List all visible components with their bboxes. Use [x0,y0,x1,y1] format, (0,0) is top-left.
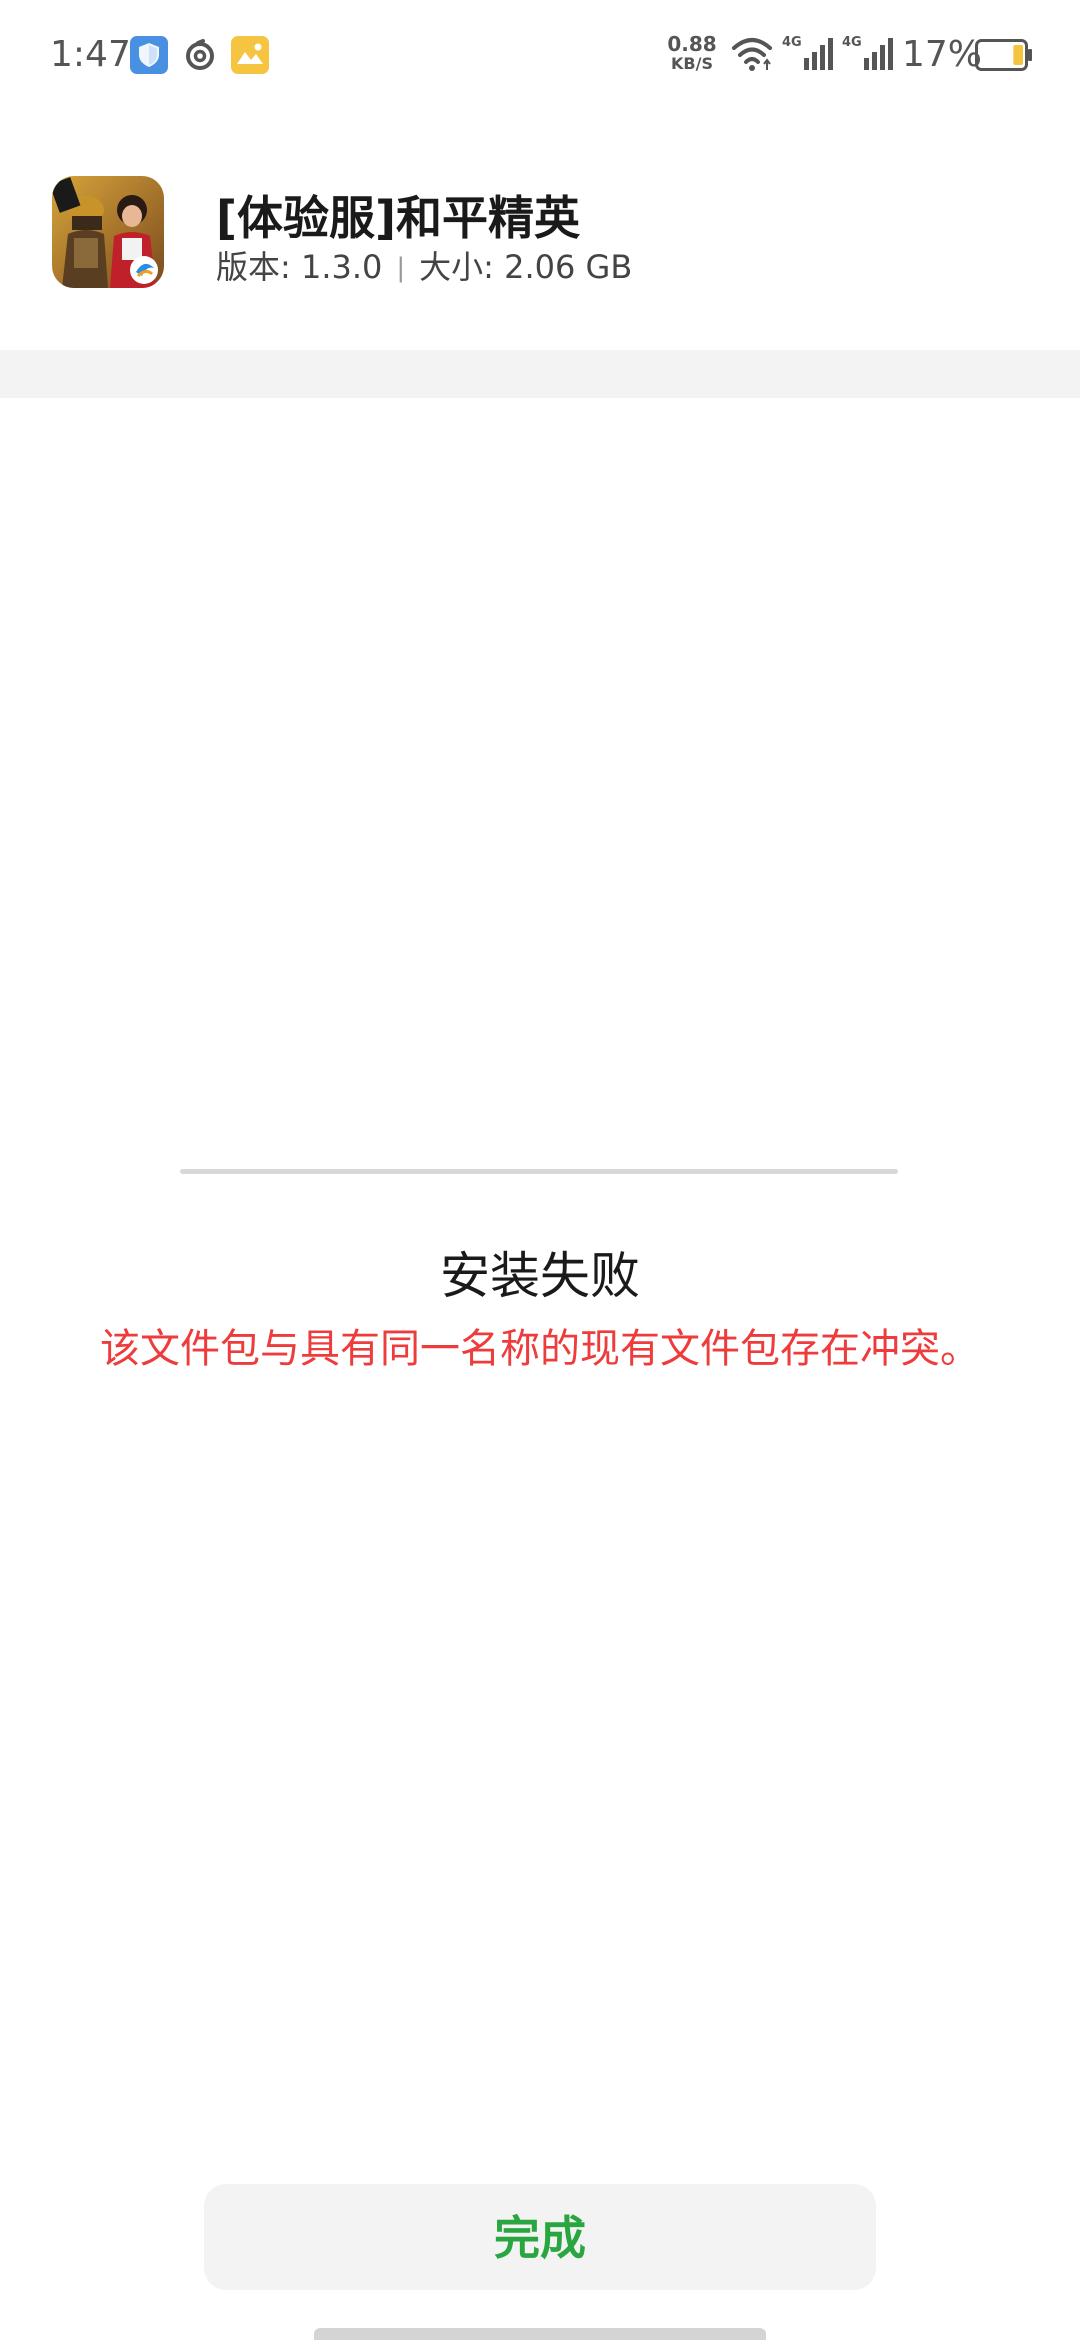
signal-icon: 4G [782,34,838,74]
app-name: [体验服]和平精英 [216,191,581,245]
signal-icon: 4G [842,34,898,74]
wifi-icon [730,34,774,74]
gallery-icon [231,36,269,74]
install-result-screen: 1:47 0.88 KB/S 4G 4G 17% [体验服]和平精英 版本: 1… [0,0,1080,2340]
battery-icon [975,39,1033,71]
home-indicator[interactable] [314,2328,766,2340]
section-divider [0,350,1080,398]
app-meta: 版本: 1.3.0 | 大小: 2.06 GB [216,242,632,288]
shield-icon [130,36,168,74]
network-speed-unit: KB/S [671,54,713,73]
meta-separator: | [396,253,406,283]
battery-percent: 17% [902,34,983,75]
app-size: 大小: 2.06 GB [419,248,633,286]
done-button[interactable]: 完成 [204,2184,876,2290]
app-version: 版本: 1.3.0 [216,248,383,286]
install-progress-bar [180,1169,898,1174]
status-time: 1:47 [50,34,131,75]
network-speed: 0.88 KB/S [664,34,720,72]
sim2-label: 4G [842,35,862,50]
game-app-icon [52,176,164,288]
netease-music-icon [181,36,219,74]
error-message: 该文件包与具有同一名称的现有文件包存在冲突。 [100,1326,980,1372]
app-info-header: [体验服]和平精英 版本: 1.3.0 | 大小: 2.06 GB [0,112,1080,350]
result-title: 安装失败 [440,1247,640,1305]
sim1-label: 4G [782,35,802,50]
status-bar: 1:47 0.88 KB/S 4G 4G 17% [0,0,1080,112]
network-speed-value: 0.88 [667,32,717,56]
